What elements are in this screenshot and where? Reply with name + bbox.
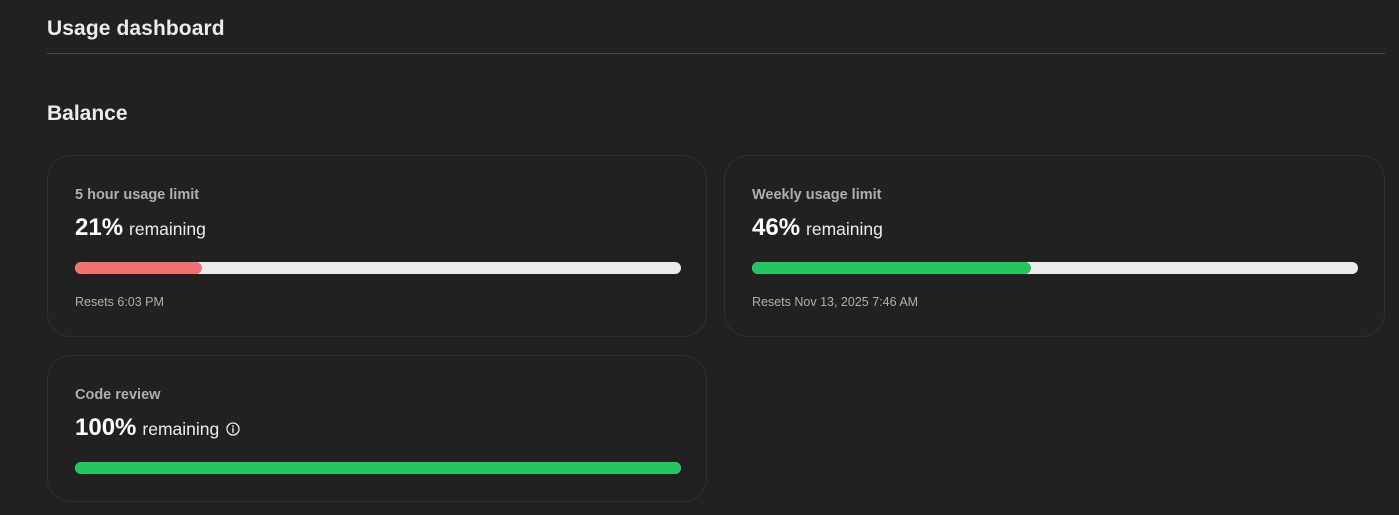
reset-time: Resets Nov 13, 2025 7:46 AM	[752, 295, 919, 309]
five-hour-usage-card: 5 hour usage limit 21% remaining Resets …	[47, 155, 707, 337]
code-review-card: Code review 100% remaining	[47, 355, 707, 502]
page-title: Usage dashboard	[47, 17, 225, 40]
remaining-row: 21% remaining	[75, 214, 206, 242]
remaining-label: remaining	[142, 419, 220, 439]
card-title: 5 hour usage limit	[75, 187, 200, 203]
usage-progress-fill	[752, 262, 1031, 274]
info-circle-icon[interactable]	[226, 422, 240, 436]
usage-progress-fill	[75, 462, 681, 474]
balance-section-title: Balance	[47, 102, 128, 125]
remaining-percent: 46%	[752, 214, 801, 241]
usage-progress-bar	[75, 462, 681, 474]
remaining-percent: 100%	[75, 414, 137, 441]
card-title: Code review	[75, 387, 161, 403]
page-header: Usage dashboard	[47, 0, 1385, 54]
remaining-percent: 21%	[75, 214, 124, 241]
reset-time: Resets 6:03 PM	[75, 295, 164, 309]
remaining-label: remaining	[806, 219, 883, 239]
remaining-row: 46% remaining	[752, 214, 883, 242]
usage-progress-fill	[75, 262, 203, 274]
usage-progress-bar	[752, 262, 1358, 274]
weekly-usage-card: Weekly usage limit 46% remaining Resets …	[724, 155, 1385, 337]
usage-progress-bar	[75, 262, 681, 274]
remaining-label: remaining	[129, 219, 206, 239]
card-title: Weekly usage limit	[752, 187, 882, 203]
remaining-row: 100% remaining	[75, 414, 240, 442]
usage-dashboard-page: Usage dashboard Balance 5 hour usage lim…	[0, 0, 1399, 515]
